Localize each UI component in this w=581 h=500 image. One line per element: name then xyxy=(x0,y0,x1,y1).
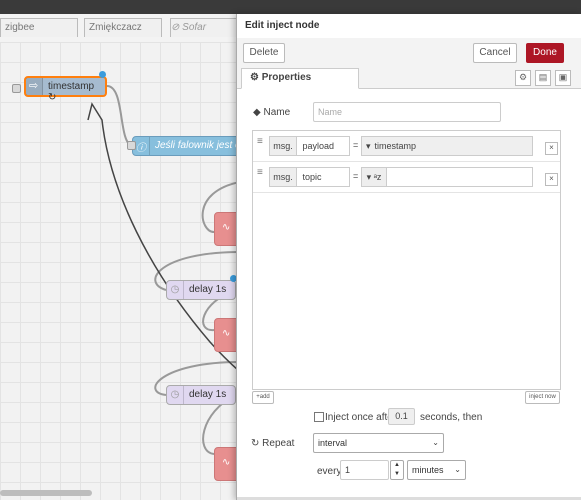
delay-node[interactable]: ◷ delay 1s xyxy=(166,280,236,300)
property-field[interactable]: msg. payload xyxy=(269,136,350,156)
add-button[interactable]: +add xyxy=(252,391,274,404)
value-field[interactable]: ▾ ᵃz xyxy=(361,167,533,187)
wave-icon: ∿ xyxy=(222,222,231,233)
name-label: Name xyxy=(263,107,291,118)
inject-once-checkbox[interactable] xyxy=(314,412,324,422)
delay-node-label: delay 1s xyxy=(189,389,227,400)
chevron-down-icon: ⌄ xyxy=(432,438,439,447)
properties-tab-label: Properties xyxy=(261,72,312,83)
spin-up-icon[interactable]: ▲ xyxy=(394,462,400,468)
wires xyxy=(87,85,240,455)
clock-icon: ◷ xyxy=(167,386,184,404)
properties-tabbar: ⚙ Properties ⚙ ▤ ▣ xyxy=(237,68,581,89)
edit-tray: Edit inject node Delete Cancel Done ⚙ Pr… xyxy=(236,14,581,500)
inject-node[interactable]: ⇨ timestamp ↻ xyxy=(24,76,107,103)
interval-spinner[interactable]: ▲ ▼ xyxy=(390,460,404,480)
comment-port[interactable] xyxy=(127,141,136,150)
comment-node-label: Jeśli falownik jest onli xyxy=(155,140,240,151)
string-type-icon[interactable]: ▾ ᵃz xyxy=(362,168,387,186)
add-label: add xyxy=(259,394,270,400)
units-select-value: minutes xyxy=(412,465,444,475)
delay-node-label: delay 1s xyxy=(189,284,227,295)
name-label-row: ◆ Name xyxy=(253,107,290,118)
tab-properties[interactable]: ⚙ Properties xyxy=(241,68,359,89)
msg-prefix: msg. xyxy=(270,137,297,155)
remove-row-button[interactable]: × xyxy=(545,173,558,186)
remove-row-button[interactable]: × xyxy=(545,142,558,155)
every-label: every xyxy=(317,466,342,477)
property-field[interactable]: msg. topic xyxy=(269,167,350,187)
disabled-icon: ⊘ xyxy=(171,22,183,33)
clock-icon: ◷ xyxy=(167,281,184,299)
type-dropdown-icon[interactable]: ▾ xyxy=(362,141,375,151)
done-button[interactable]: Done xyxy=(526,43,564,63)
drag-handle-icon[interactable]: ≡ xyxy=(257,137,267,147)
property-name: topic xyxy=(302,172,322,182)
appearance-icon[interactable]: ▣ xyxy=(555,70,571,86)
workspace-tabs: zigbee Zmiękczacz ⊘ Sofar xyxy=(0,14,240,43)
equals-sign: = xyxy=(353,140,359,150)
settings-icon[interactable]: ⚙ xyxy=(515,70,531,86)
delay-node[interactable]: ◷ delay 1s xyxy=(166,385,236,405)
wire xyxy=(106,85,133,147)
wave-icon: ∿ xyxy=(222,328,231,339)
value-field[interactable]: ▾ timestamp xyxy=(361,136,533,156)
property-row: ≡ msg. topic = ▾ ᵃz × xyxy=(253,162,560,193)
chevron-down-icon: ⌄ xyxy=(454,465,461,474)
cancel-button[interactable]: Cancel xyxy=(473,43,517,63)
tab-sofar-label: Sofar xyxy=(182,22,207,33)
drag-handle-icon[interactable]: ≡ xyxy=(257,168,267,178)
tab-sofar[interactable]: ⊘ Sofar xyxy=(170,18,240,37)
value-text: timestamp xyxy=(374,141,417,151)
msg-prefix: msg. xyxy=(270,168,297,186)
tray-title: Edit inject node xyxy=(245,20,320,31)
inject-node-label: timestamp ↻ xyxy=(48,81,95,103)
tag-icon: ◆ xyxy=(253,107,264,118)
property-row: ≡ msg. payload = ▾ timestamp × xyxy=(253,131,560,162)
tray-toolbar: Delete Cancel Done xyxy=(237,38,581,69)
horizontal-scrollbar[interactable] xyxy=(0,490,92,496)
inject-once-delay-input[interactable]: 0.1 xyxy=(388,408,415,425)
tab-zigbee[interactable]: zigbee xyxy=(0,18,78,37)
delete-button[interactable]: Delete xyxy=(243,43,285,63)
spin-down-icon[interactable]: ▼ xyxy=(394,471,400,477)
repeat-icon: ↻ xyxy=(251,438,263,449)
repeat-select[interactable]: interval ⌄ xyxy=(313,433,444,453)
repeat-select-value: interval xyxy=(318,438,348,448)
property-name: payload xyxy=(302,141,335,151)
units-select[interactable]: minutes ⌄ xyxy=(407,460,466,480)
interval-input[interactable]: 1 xyxy=(340,460,389,480)
inject-icon: ⇨ xyxy=(26,78,43,95)
repeat-label: Repeat xyxy=(262,438,295,449)
tab-zmiekczacz[interactable]: Zmiękczacz xyxy=(84,18,162,37)
repeat-label-row: ↻ Repeat xyxy=(251,438,294,449)
description-icon[interactable]: ▤ xyxy=(535,70,551,86)
flow-canvas[interactable]: ⇨ timestamp ↻ ⓘ Jeśli falownik jest onli… xyxy=(0,42,240,500)
name-input[interactable]: Name xyxy=(313,102,501,122)
inject-once-suffix: seconds, then xyxy=(420,412,483,423)
comment-node[interactable]: ⓘ Jeśli falownik jest onli xyxy=(132,136,240,156)
inject-once-label: Inject once after xyxy=(325,412,397,423)
input-port[interactable] xyxy=(12,84,21,93)
gear-icon: ⚙ xyxy=(250,72,262,83)
inject-now-button[interactable]: inject now xyxy=(525,391,560,404)
changed-indicator xyxy=(99,71,106,78)
header-bar xyxy=(0,0,581,14)
equals-sign: = xyxy=(353,171,359,181)
wave-icon: ∿ xyxy=(222,457,231,468)
property-list: ≡ msg. payload = ▾ timestamp × ≡ msg. top… xyxy=(252,130,561,390)
